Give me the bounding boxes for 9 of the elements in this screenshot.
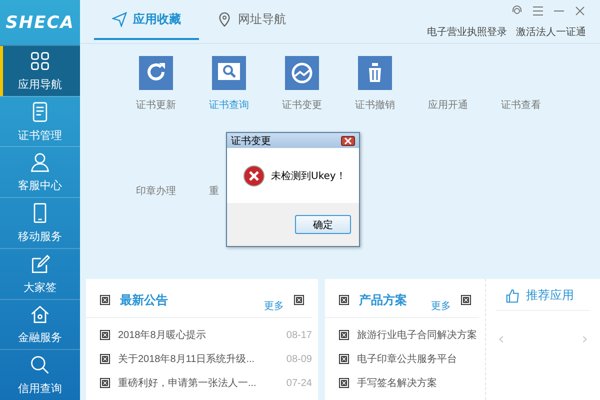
news-date: 08-17 (286, 330, 312, 340)
news-date: 07-24 (286, 378, 312, 388)
panel-title: 推荐应用 (526, 287, 574, 304)
dialog-message: 未检测到Ukey！ (271, 170, 346, 182)
dialog-title: 证书变更 (231, 134, 272, 148)
logo: SHECA (4, 12, 76, 34)
panel-title: 最新公告 (120, 292, 168, 308)
news-date: 08-09 (286, 354, 312, 364)
panel-title: 产品方案 (359, 292, 407, 308)
